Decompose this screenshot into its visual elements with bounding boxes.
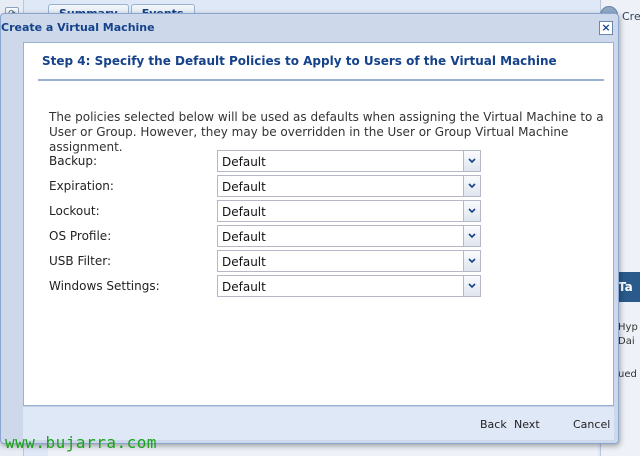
panel-text-line: ued	[618, 369, 637, 380]
field-label: OS Profile:	[49, 229, 112, 243]
chevron-down-icon	[468, 183, 476, 189]
intro-text: The policies selected below will be used…	[49, 110, 604, 154]
create-vm-dialog: Create a Virtual Machine × Step 4: Speci…	[0, 13, 619, 444]
lockout-select[interactable]: Default	[217, 200, 481, 222]
form-row-windows-settings: Windows Settings: Default	[49, 275, 504, 297]
field-label: Expiration:	[49, 179, 114, 193]
back-button[interactable]: Back	[480, 418, 507, 431]
select-value: Default	[222, 230, 266, 244]
dialog-title: Create a Virtual Machine	[1, 21, 155, 34]
next-button[interactable]: Next	[514, 418, 540, 431]
dropdown-trigger[interactable]	[463, 151, 480, 171]
form-row-backup: Backup: Default	[49, 150, 504, 172]
field-label: Backup:	[49, 154, 98, 168]
form-row-os-profile: OS Profile: Default	[49, 225, 504, 247]
form-row-lockout: Lockout: Default	[49, 200, 504, 222]
field-label: Lockout:	[49, 204, 100, 218]
panel-text-line: Hyp	[618, 322, 638, 333]
cancel-button[interactable]: Cancel	[573, 418, 610, 431]
field-label: Windows Settings:	[49, 279, 160, 293]
divider	[38, 79, 604, 81]
dialog-body: Step 4: Specify the Default Policies to …	[23, 42, 614, 406]
select-value: Default	[222, 155, 266, 169]
dialog-header[interactable]: Create a Virtual Machine ×	[1, 14, 618, 40]
chevron-down-icon	[468, 283, 476, 289]
expiration-select[interactable]: Default	[217, 175, 481, 197]
chevron-down-icon	[468, 158, 476, 164]
backup-select[interactable]: Default	[217, 150, 481, 172]
usb-filter-select[interactable]: Default	[217, 250, 481, 272]
select-value: Default	[222, 180, 266, 194]
chevron-down-icon	[468, 233, 476, 239]
chevron-down-icon	[468, 208, 476, 214]
form-row-expiration: Expiration: Default	[49, 175, 504, 197]
create-label: Cre	[622, 10, 640, 23]
field-label: USB Filter:	[49, 254, 111, 268]
dropdown-trigger[interactable]	[463, 201, 480, 221]
chevron-down-icon	[468, 258, 476, 264]
windows-settings-select[interactable]: Default	[217, 275, 481, 297]
panel-text-line: Dai	[618, 336, 635, 347]
form-row-usb-filter: USB Filter: Default	[49, 250, 504, 272]
select-value: Default	[222, 280, 266, 294]
step-title: Step 4: Specify the Default Policies to …	[42, 54, 557, 68]
dropdown-trigger[interactable]	[463, 276, 480, 296]
select-value: Default	[222, 205, 266, 219]
dropdown-trigger[interactable]	[463, 176, 480, 196]
close-icon[interactable]: ×	[599, 21, 613, 35]
watermark: www.bujarra.com	[5, 433, 157, 452]
os-profile-select[interactable]: Default	[217, 225, 481, 247]
select-value: Default	[222, 255, 266, 269]
dropdown-trigger[interactable]	[463, 251, 480, 271]
dropdown-trigger[interactable]	[463, 226, 480, 246]
